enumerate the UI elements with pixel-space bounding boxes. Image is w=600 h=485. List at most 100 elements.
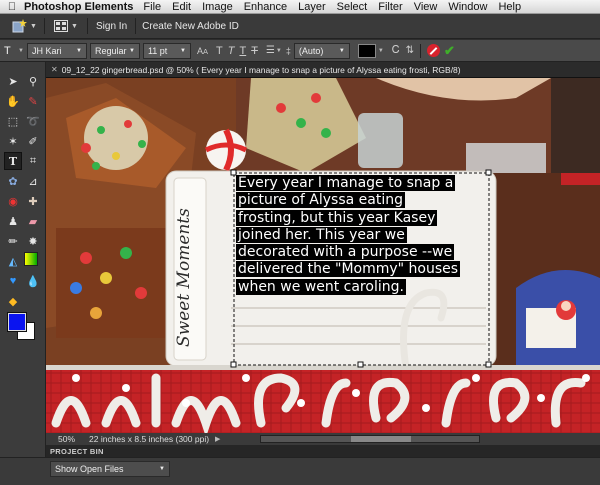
text-color-swatch[interactable] <box>357 43 376 58</box>
project-bin-header[interactable]: PROJECT BIN <box>46 445 600 457</box>
journal-line-text: joined her. This year we <box>236 226 407 243</box>
paint-bucket-tool-icon[interactable]: ◭ <box>4 252 22 270</box>
menu-help[interactable]: Help <box>498 1 521 13</box>
tool-options-bar: T ▼ JH Kari ▼ Regular ▼ 11 pt ▼ AA T T T… <box>0 40 600 62</box>
zoom-tool-icon[interactable]: ⚲ <box>24 72 42 90</box>
new-file-dropdown-arrow[interactable]: ▼ <box>30 23 38 30</box>
clone-stamp-tool-icon[interactable]: ♟ <box>4 212 22 230</box>
underline-icon[interactable]: T <box>239 45 246 57</box>
horizontal-scrollbar[interactable] <box>260 435 481 443</box>
orientation-icon[interactable]: ⇅ <box>406 45 414 56</box>
journal-text-layer[interactable]: Every year I manage to snap a picture of… <box>236 175 494 296</box>
show-open-files-select[interactable]: Show Open Files ▼ <box>50 461 170 477</box>
blur-tool-icon[interactable]: 💧 <box>24 272 42 290</box>
pencil-tool-icon[interactable]: ◆ <box>4 292 22 310</box>
brush-tool-icon[interactable]: ✏ <box>4 232 22 250</box>
menu-bar:  Photoshop Elements File Edit Image Enh… <box>0 0 600 14</box>
divider <box>44 18 45 34</box>
font-family-select[interactable]: JH Kari ▼ <box>26 42 87 59</box>
project-bin: Show Open Files ▼ <box>0 457 600 485</box>
menu-enhance[interactable]: Enhance <box>244 1 287 13</box>
image-canvas[interactable]: Sweet Moments Every year I manage to sna… <box>46 78 600 433</box>
apple-icon[interactable]:  <box>0 1 24 13</box>
text-tool-options-icon[interactable]: T <box>4 45 18 57</box>
red-eye-tool-icon[interactable]: ◉ <box>4 192 22 210</box>
chevron-down-icon[interactable]: ▼ <box>378 48 384 54</box>
magic-wand-tool-icon[interactable]: ✶ <box>4 132 22 150</box>
foreground-color-swatch[interactable] <box>7 312 27 332</box>
menu-layer[interactable]: Layer <box>298 1 326 13</box>
close-tab-icon[interactable]: ✕ <box>51 65 58 74</box>
font-size-value: 11 pt <box>147 45 168 56</box>
faux-italic-icon[interactable]: T <box>228 45 235 57</box>
align-dropdown-arrow[interactable]: ▼ <box>276 48 282 54</box>
leading-icon[interactable]: ‡ <box>286 46 291 56</box>
healing-brush-tool-icon[interactable]: ✚ <box>24 192 42 210</box>
project-bin-title: PROJECT BIN <box>50 446 104 456</box>
faux-bold-icon[interactable]: T <box>216 45 223 57</box>
divider <box>135 18 137 34</box>
journal-line-text: picture of Alyssa eating <box>236 192 405 209</box>
new-file-icon[interactable] <box>8 17 30 35</box>
create-adobe-id-link[interactable]: Create New Adobe ID <box>142 21 239 32</box>
journal-line-text: when we went caroling. <box>236 278 406 295</box>
journal-line: frosting, but this year Kasey <box>236 209 494 227</box>
menu-app-name[interactable]: Photoshop Elements <box>24 1 133 13</box>
workspace-dropdown-arrow[interactable]: ▼ <box>71 23 79 30</box>
journal-title: Sweet Moments <box>174 208 194 348</box>
workspace-layout-icon[interactable] <box>51 17 71 35</box>
menu-image[interactable]: Image <box>202 1 233 13</box>
scrollbar-thumb[interactable] <box>351 436 412 442</box>
commit-check-icon[interactable]: ✔ <box>444 43 455 59</box>
cancel-icon[interactable] <box>427 44 441 57</box>
menu-file[interactable]: File <box>143 1 161 13</box>
hand-tool-icon[interactable]: ✋ <box>4 92 22 110</box>
eyedropper-tool-icon[interactable]: ✎ <box>24 92 42 110</box>
menu-window[interactable]: Window <box>448 1 487 13</box>
font-style-select[interactable]: Regular ▼ <box>89 42 140 59</box>
leading-value: (Auto) <box>298 45 324 56</box>
zoom-level[interactable]: 50% <box>58 434 75 444</box>
strikethrough-icon[interactable]: T <box>251 45 258 57</box>
menu-edit[interactable]: Edit <box>172 1 191 13</box>
menu-select[interactable]: Select <box>337 1 368 13</box>
status-bar: 50% 22 inches x 8.5 inches (300 ppi) ▶ <box>46 433 600 445</box>
cookie-cutter-tool-icon[interactable]: ✿ <box>4 172 22 190</box>
menu-view[interactable]: View <box>414 1 438 13</box>
document-title: 09_12_22 gingerbread.psd @ 50% ( Every y… <box>61 64 461 75</box>
document-tab[interactable]: ✕ 09_12_22 gingerbread.psd @ 50% ( Every… <box>46 62 600 78</box>
document-size: 22 inches x 8.5 inches (300 ppi) <box>89 434 210 444</box>
chevron-down-icon: ▼ <box>338 47 345 54</box>
divider <box>87 18 88 34</box>
font-size-select[interactable]: 11 pt ▼ <box>142 42 191 59</box>
quick-selection-tool-icon[interactable]: ✐ <box>24 132 42 150</box>
lasso-tool-icon[interactable]: ➰ <box>24 112 42 130</box>
straighten-tool-icon[interactable]: ⊿ <box>24 172 42 190</box>
journal-line-text: frosting, but this year Kasey <box>236 209 438 226</box>
eraser-tool-icon[interactable]: ▰ <box>24 212 42 230</box>
journal-line: joined her. This year we <box>236 226 494 244</box>
journal-line: delivered the "Mommy" houses <box>236 261 494 278</box>
status-menu-arrow[interactable]: ▶ <box>215 435 220 443</box>
type-tool-icon[interactable]: T <box>4 152 22 170</box>
tool-options-arrow[interactable]: ▼ <box>18 48 24 54</box>
crop-tool-icon[interactable]: ⌗ <box>24 152 42 170</box>
marquee-tool-icon[interactable]: ⬚ <box>4 112 22 130</box>
font-size-auto-icon[interactable]: AA <box>197 46 208 56</box>
smart-brush-tool-icon[interactable]: ✸ <box>24 232 42 250</box>
align-icon[interactable]: ☰ <box>266 45 275 56</box>
leading-select[interactable]: (Auto) ▼ <box>293 42 350 59</box>
journal-line-text: delivered the "Mommy" houses <box>236 261 461 278</box>
sign-in-link[interactable]: Sign In <box>96 21 127 32</box>
toolbox: ➤ ⚲ ✋ ✎ ⬚ ➰ ✶ ✐ T ⌗ ✿ ⊿ ◉ ✚ ♟ ▰ ✏ ✸ ◭ ♥ … <box>0 62 46 457</box>
journal-line: when we went caroling. <box>236 278 494 296</box>
font-family-value: JH Kari <box>31 45 62 56</box>
menu-filter[interactable]: Filter <box>378 1 402 13</box>
journal-line-text: Every year I manage to snap a <box>236 175 456 191</box>
shape-tool-icon[interactable]: ♥ <box>4 272 22 290</box>
chevron-down-icon: ▼ <box>129 47 135 54</box>
move-tool-icon[interactable]: ➤ <box>4 72 22 90</box>
journal-line: Every year I manage to snap a <box>236 175 494 192</box>
warp-text-icon[interactable]: Ꮯ <box>392 44 400 57</box>
gradient-tool-icon[interactable] <box>24 252 38 266</box>
